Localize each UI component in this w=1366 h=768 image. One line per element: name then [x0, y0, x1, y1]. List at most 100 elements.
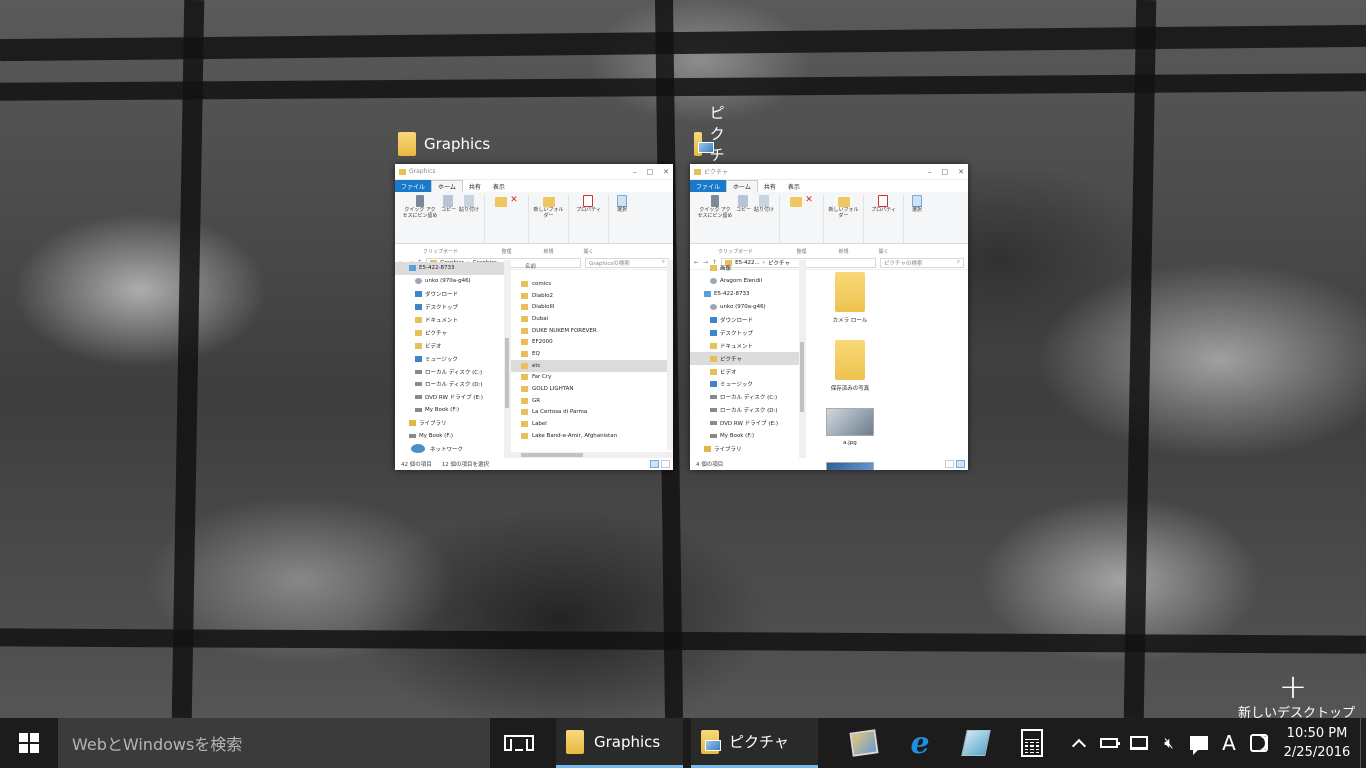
move-icon[interactable] — [495, 197, 508, 207]
nav-item[interactable]: 画像 — [690, 262, 805, 275]
clock[interactable]: 10:50 PM 2/25/2016 — [1274, 718, 1360, 768]
pinned-photos[interactable] — [836, 718, 892, 768]
tab-home[interactable]: ホーム — [726, 180, 758, 192]
nav-item[interactable]: My Book (F:) — [690, 430, 805, 443]
copy-button[interactable]: コピー — [441, 195, 456, 213]
action-center-button[interactable] — [1184, 718, 1214, 768]
nav-item[interactable]: ローカル ディスク (D:) — [395, 378, 510, 391]
select-button[interactable]: 選択 — [616, 195, 627, 213]
battery-button[interactable] — [1094, 718, 1124, 768]
network-button[interactable] — [1124, 718, 1154, 768]
details-view-icon[interactable] — [650, 460, 659, 468]
select-button[interactable]: 選択 — [911, 195, 922, 213]
pin-button[interactable]: クイック アクセスにピン留め — [402, 195, 438, 219]
nav-item[interactable]: ドキュメント — [395, 314, 510, 327]
close-icon[interactable]: ✕ — [958, 168, 964, 176]
taskbar-search-box[interactable]: WebとWindowsを検索 — [58, 718, 490, 768]
paste-button[interactable]: 貼り付け — [459, 195, 479, 213]
scrollbar-thumb[interactable] — [800, 342, 804, 412]
nav-item[interactable]: unko (970a-g46) — [690, 301, 805, 314]
nav-item[interactable]: ライブラリ — [690, 442, 805, 455]
pinned-internet-explorer[interactable]: e — [892, 718, 948, 768]
tab-file[interactable]: ファイル — [395, 180, 432, 192]
nav-item[interactable]: unko (970a-g46) — [395, 275, 510, 288]
properties-button[interactable]: プロパティ — [871, 195, 896, 213]
pinned-notes[interactable] — [948, 718, 1004, 768]
file-row[interactable]: Lake Band-e-Amir, Afghanistan — [511, 430, 673, 442]
nav-item[interactable]: ダウンロード — [690, 314, 805, 327]
nav-item[interactable]: ネットワーク — [395, 441, 510, 456]
properties-button[interactable]: プロパティ — [576, 195, 601, 213]
tab-view[interactable]: 表示 — [487, 180, 511, 192]
scrollbar-thumb[interactable] — [505, 338, 509, 408]
pin-button[interactable]: クイック アクセスにピン留め — [697, 195, 733, 219]
column-header-name[interactable]: 名前 — [511, 260, 673, 272]
file-row[interactable]: Label — [511, 418, 673, 430]
nav-item[interactable]: ピクチャ — [395, 326, 510, 339]
nav-item[interactable]: My Book (F:) — [395, 404, 510, 417]
new-desktop-button[interactable]: + 新しいデスクトップ — [1238, 670, 1355, 721]
window-thumbnail[interactable]: ピクチャ – □ ✕ ファイル ホーム 共有 表示 クイック アクセスにピン留め コ… — [690, 164, 968, 470]
file-row[interactable]: Dubai — [511, 313, 673, 325]
nav-scrollbar[interactable] — [504, 260, 510, 458]
show-desktop-button[interactable] — [1360, 718, 1366, 768]
nav-item[interactable]: ピクチャ — [690, 352, 805, 366]
task-view-button[interactable] — [490, 718, 548, 768]
file-row[interactable]: EF2000 — [511, 336, 673, 348]
nav-item[interactable]: ミュージック — [690, 378, 805, 391]
nav-item[interactable]: My Book (F:) — [395, 430, 510, 443]
nav-item[interactable]: E5-422-8733 — [395, 262, 510, 275]
minimize-icon[interactable]: – — [928, 168, 932, 176]
start-button[interactable] — [0, 718, 58, 768]
taskbar-item-pictures[interactable]: ピクチャ — [691, 718, 818, 768]
move-icon[interactable] — [790, 197, 803, 207]
show-hidden-icons-button[interactable] — [1064, 718, 1094, 768]
file-row[interactable]: Far Cry — [511, 372, 673, 384]
file-row[interactable]: Diablo2 — [511, 290, 673, 302]
copy-button[interactable]: コピー — [736, 195, 751, 213]
file-row[interactable]: GOLD LIGHTAN — [511, 383, 673, 395]
paste-button[interactable]: 貼り付け — [754, 195, 774, 213]
file-tile[interactable]: 保存済みの写真 — [824, 340, 876, 392]
volume-button[interactable]: 🔇︎ — [1154, 718, 1184, 768]
nav-item[interactable]: DVD RW ドライブ (E:) — [395, 391, 510, 404]
new-folder-button[interactable]: 新しいフォルダー — [828, 195, 859, 219]
nav-item[interactable]: ドキュメント — [690, 339, 805, 352]
details-view-icon[interactable] — [945, 460, 954, 468]
new-folder-button[interactable]: 新しいフォルダー — [533, 195, 564, 219]
nav-scrollbar[interactable] — [799, 260, 805, 458]
scrollbar-thumb[interactable] — [521, 453, 583, 457]
nav-item[interactable]: ローカル ディスク (C:) — [690, 391, 805, 404]
file-tile[interactable]: a.jpg — [824, 408, 876, 446]
minimize-icon[interactable]: – — [633, 168, 637, 176]
taskbar-item-graphics[interactable]: Graphics — [556, 718, 683, 768]
file-row[interactable]: DiabloIII — [511, 301, 673, 313]
nav-item[interactable]: ローカル ディスク (C:) — [395, 365, 510, 378]
tab-view[interactable]: 表示 — [782, 180, 806, 192]
quiet-hours-button[interactable] — [1244, 718, 1274, 768]
tab-home[interactable]: ホーム — [431, 180, 463, 192]
delete-icon[interactable]: ✕ — [805, 195, 813, 205]
tab-share[interactable]: 共有 — [463, 180, 487, 192]
maximize-icon[interactable]: □ — [647, 168, 654, 176]
nav-item[interactable]: ローカル ディスク (D:) — [690, 404, 805, 417]
large-icons-view-icon[interactable] — [956, 460, 965, 468]
nav-item[interactable]: Aragorn Elendil — [690, 275, 805, 288]
file-row[interactable]: comics — [511, 278, 673, 290]
nav-item[interactable]: ビデオ — [690, 365, 805, 378]
tab-file[interactable]: ファイル — [690, 180, 727, 192]
ime-button[interactable]: A — [1214, 718, 1244, 768]
nav-item[interactable]: ライブラリ — [395, 417, 510, 430]
nav-item[interactable]: デスクトップ — [690, 326, 805, 339]
nav-item[interactable]: デスクトップ — [395, 301, 510, 314]
pinned-calculator[interactable] — [1004, 718, 1060, 768]
nav-item[interactable]: ビデオ — [395, 339, 510, 352]
file-tile[interactable]: カメラ ロール — [824, 272, 876, 324]
file-row[interactable]: etc — [511, 359, 673, 372]
file-row[interactable]: DUKE NUKEM FOREVER — [511, 325, 673, 337]
window-thumbnail[interactable]: Graphics – □ ✕ ファイル ホーム 共有 表示 クイック アクセスにピン… — [395, 164, 673, 470]
nav-item[interactable]: ミュージック — [395, 352, 510, 365]
file-row[interactable]: EQ — [511, 348, 673, 360]
maximize-icon[interactable]: □ — [942, 168, 949, 176]
large-icons-view-icon[interactable] — [661, 460, 670, 468]
